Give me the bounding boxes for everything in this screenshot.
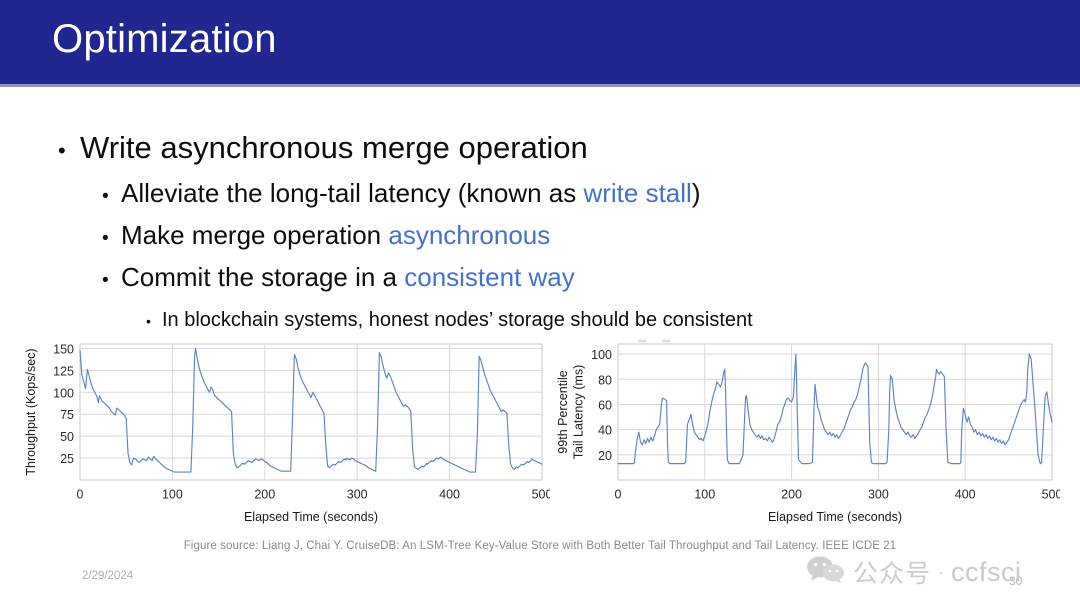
svg-text:Throughput (Kops/sec): Throughput (Kops/sec)	[24, 348, 38, 475]
chart-tail-latency: 20 40 60 80 100 0 100 200 300 400 500 Elapsed Time …	[552, 332, 1060, 524]
bullet-level2-text-pre: Make merge operation	[121, 220, 389, 250]
bullet-marker-icon: •	[102, 270, 109, 291]
watermark-text: 公众号	[853, 559, 932, 588]
svg-text:25: 25	[60, 452, 74, 466]
svg-text:Elapsed Time (seconds): Elapsed Time (seconds)	[244, 510, 378, 524]
page-title: Optimization	[52, 17, 277, 61]
svg-text:500: 500	[1042, 488, 1060, 502]
bullet-level1-write-async-merge: • Write asynchronous merge operation	[58, 128, 1018, 170]
bullet-level2-make-merge-async: • Make merge operation asynchronous	[102, 216, 1018, 258]
svg-text:Tail Latency (ms): Tail Latency (ms)	[572, 365, 586, 459]
svg-text:300: 300	[868, 488, 889, 502]
svg-text:300: 300	[347, 488, 368, 502]
chart-tail-latency-svg: 20 40 60 80 100 0 100 200 300 400 500 Elapsed Time …	[556, 339, 1060, 524]
bullet-marker-icon: •	[102, 186, 109, 207]
bullet-marker-icon: •	[102, 228, 109, 249]
svg-text:100: 100	[591, 348, 612, 362]
svg-text:200: 200	[781, 488, 802, 502]
wechat-icon	[806, 556, 846, 589]
bullet-level2-text-post: )	[691, 178, 701, 208]
svg-text:40: 40	[598, 424, 612, 438]
watermark-separator: ·	[938, 561, 945, 582]
svg-text:200: 200	[254, 488, 275, 502]
svg-text:125: 125	[53, 364, 74, 378]
bullet-level1-text: Write asynchronous merge operation	[80, 130, 588, 165]
svg-text:0: 0	[77, 488, 84, 502]
bullet-level2-accent-write-stall: write stall	[583, 178, 692, 208]
bullet-level2-accent-asynchronous: asynchronous	[388, 220, 551, 250]
svg-text:80: 80	[598, 373, 612, 387]
bullet-level2-commit-storage: • Commit the storage in a consistent way	[102, 258, 1018, 300]
svg-text:100: 100	[53, 386, 74, 400]
bullet-level2-text-pre: Alleviate the long-tail latency (known a…	[121, 178, 584, 208]
watermark: 公众号 · ccfsci	[806, 551, 1022, 593]
figure-source-caption: Figure source: Liang J, Chai Y. CruiseDB…	[183, 540, 897, 552]
svg-text:75: 75	[60, 408, 74, 422]
svg-text:400: 400	[955, 488, 976, 502]
svg-text:100: 100	[694, 488, 715, 502]
svg-text:100: 100	[162, 488, 183, 502]
chart-throughput-svg: 25 50 75 100 125 150 0 100 200 300 400 500 Elapsed T…	[24, 342, 550, 524]
svg-text:99th Percentile: 99th Percentile	[556, 370, 570, 453]
svg-text:500: 500	[532, 488, 550, 502]
bullet-marker-icon: •	[58, 138, 66, 163]
svg-text:Elapsed Time (seconds): Elapsed Time (seconds)	[768, 510, 902, 524]
slide-date: 2/29/2024	[82, 570, 134, 582]
svg-text:20: 20	[598, 449, 612, 463]
svg-text:400: 400	[439, 488, 460, 502]
bullet-level2-text-pre: Commit the storage in a	[121, 262, 405, 292]
svg-text:50: 50	[60, 430, 74, 444]
figure-panel: 25 50 75 100 125 150 0 100 200 300 400 500 Elapsed T…	[0, 332, 1080, 524]
bullet-list: • Write asynchronous merge operation • A…	[58, 128, 1018, 338]
svg-text:0: 0	[615, 488, 622, 502]
svg-text:60: 60	[598, 398, 612, 412]
page-number: 30	[1009, 574, 1023, 588]
chart-throughput: 25 50 75 100 125 150 0 100 200 300 400 500 Elapsed T…	[22, 332, 550, 524]
svg-text:150: 150	[53, 342, 74, 356]
bullet-level2-alleviate-latency: • Alleviate the long-tail latency (known…	[102, 174, 1018, 216]
title-underline-rule	[0, 84, 1080, 87]
bullet-level2-accent-consistent-way: consistent way	[404, 262, 575, 292]
